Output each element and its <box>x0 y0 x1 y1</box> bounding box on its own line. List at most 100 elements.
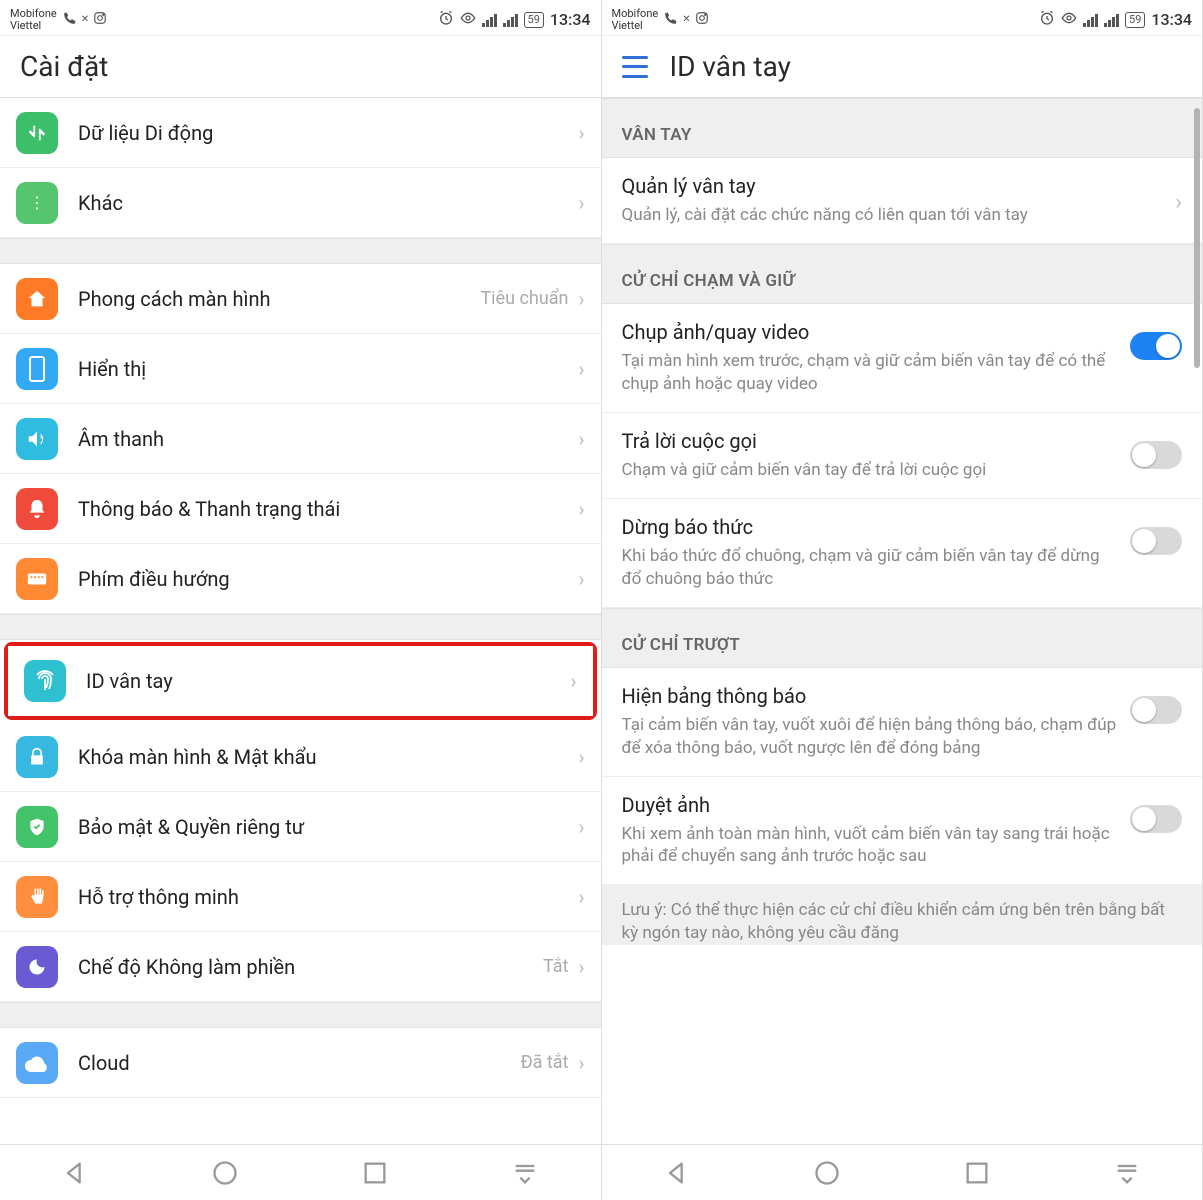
chevron-right-icon: › <box>1175 190 1182 215</box>
item-title: Hiện bảng thông báo <box>622 684 1119 708</box>
alarm-icon <box>438 10 454 30</box>
row-label: Dữ liệu Di động <box>78 121 578 145</box>
row-sound[interactable]: Âm thanh › <box>0 404 601 474</box>
page-title: ID vân tay <box>670 50 791 83</box>
carrier-info: Mobifone Viettel <box>612 8 659 32</box>
toggle-answer[interactable] <box>1130 441 1182 469</box>
fingerprint-settings[interactable]: VÂN TAY Quản lý vân tay Quản lý, cài đặt… <box>602 98 1203 1144</box>
item-desc: Quản lý, cài đặt các chức năng có liên q… <box>622 204 1164 227</box>
row-screen-style[interactable]: Phong cách màn hình Tiêu chuẩn › <box>0 264 601 334</box>
highlight-fingerprint: ID vân tay › <box>4 642 597 720</box>
close-icon: ✕ <box>81 14 89 25</box>
footer-note: Lưu ý: Có thể thực hiện các cử chỉ điều … <box>602 885 1203 945</box>
status-bar: Mobifone Viettel ✕ 59 13:34 <box>602 0 1203 36</box>
nav-dropdown-button[interactable] <box>511 1159 539 1187</box>
row-label: Cloud <box>78 1051 521 1075</box>
toggle-notifpanel[interactable] <box>1130 696 1182 724</box>
display-icon <box>16 348 58 390</box>
bell-icon <box>16 488 58 530</box>
toggle-browse[interactable] <box>1130 805 1182 833</box>
eye-icon <box>460 10 476 30</box>
phone-icon <box>63 11 77 29</box>
item-title: Dừng báo thức <box>622 515 1119 539</box>
row-fingerprint[interactable]: ID vân tay › <box>8 646 593 716</box>
row-notifications[interactable]: Thông báo & Thanh trạng thái › <box>0 474 601 544</box>
chevron-right-icon: › <box>578 955 584 979</box>
status-bar: Mobifone Viettel ✕ 59 13:34 <box>0 0 601 36</box>
row-browse-photos[interactable]: Duyệt ảnh Khi xem ảnh toàn màn hình, vuố… <box>602 777 1203 886</box>
settings-list[interactable]: Dữ liệu Di động › ⋮ Khác › Phong cách mà… <box>0 98 601 1144</box>
row-other[interactable]: ⋮ Khác › <box>0 168 601 238</box>
row-value: Tiêu chuẩn <box>480 288 568 309</box>
row-label: Khóa màn hình & Mật khẩu <box>78 745 578 769</box>
row-navkeys[interactable]: Phím điều hướng › <box>0 544 601 614</box>
dots-icon: ⋮ <box>16 182 58 224</box>
toggle-alarm[interactable] <box>1130 527 1182 555</box>
row-value: Tắt <box>543 956 568 977</box>
item-title: Quản lý vân tay <box>622 174 1164 198</box>
nav-home-button[interactable] <box>813 1159 841 1187</box>
section-header-touchhold: CỬ CHỈ CHẠM VÀ GIỮ <box>602 244 1203 304</box>
keyboard-icon <box>16 558 58 600</box>
fingerprint-icon <box>24 660 66 702</box>
chevron-right-icon: › <box>578 885 584 909</box>
section-gap <box>0 1002 601 1028</box>
row-cloud[interactable]: Cloud Đã tắt › <box>0 1028 601 1098</box>
eye-icon <box>1061 10 1077 30</box>
battery-icon: 59 <box>1125 12 1145 28</box>
clock-text: 13:34 <box>550 10 591 29</box>
row-security[interactable]: Bảo mật & Quyền riêng tư › <box>0 792 601 862</box>
item-desc: Khi xem ảnh toàn màn hình, vuốt cảm biến… <box>622 823 1119 869</box>
item-title: Chụp ảnh/quay video <box>622 320 1119 344</box>
chevron-right-icon: › <box>578 745 584 769</box>
row-dnd[interactable]: Chế độ Không làm phiền Tắt › <box>0 932 601 1002</box>
row-display[interactable]: Hiển thị › <box>0 334 601 404</box>
scrollbar[interactable] <box>1194 108 1200 368</box>
page-title: Cài đặt <box>0 36 601 98</box>
clock-text: 13:34 <box>1151 10 1192 29</box>
row-smart[interactable]: Hỗ trợ thông minh › <box>0 862 601 932</box>
carrier-info: Mobifone Viettel <box>10 8 57 32</box>
chevron-right-icon: › <box>578 191 584 215</box>
alarm-icon <box>1039 10 1055 30</box>
row-stop-alarm[interactable]: Dừng báo thức Khi báo thức đổ chuông, ch… <box>602 499 1203 608</box>
row-notif-panel[interactable]: Hiện bảng thông báo Tại cảm biến vân tay… <box>602 668 1203 777</box>
hand-icon <box>16 876 58 918</box>
row-answer-call[interactable]: Trả lời cuộc gọi Chạm và giữ cảm biến vâ… <box>602 413 1203 499</box>
chevron-right-icon: › <box>570 669 576 693</box>
chevron-right-icon: › <box>578 1051 584 1075</box>
item-title: Duyệt ảnh <box>622 793 1119 817</box>
chevron-right-icon: › <box>578 815 584 839</box>
chevron-right-icon: › <box>578 427 584 451</box>
row-label: ID vân tay <box>86 669 570 693</box>
row-label: Phong cách màn hình <box>78 287 480 311</box>
chevron-right-icon: › <box>578 287 584 311</box>
cloud-icon <box>16 1042 58 1084</box>
row-label: Khác <box>78 191 578 215</box>
phone-icon <box>664 11 678 29</box>
section-header-swipe: CỬ CHỈ TRƯỢT <box>602 608 1203 668</box>
moon-icon <box>16 946 58 988</box>
row-mobile-data[interactable]: Dữ liệu Di động › <box>0 98 601 168</box>
chevron-right-icon: › <box>578 357 584 381</box>
nav-bar <box>0 1144 601 1200</box>
nav-dropdown-button[interactable] <box>1113 1159 1141 1187</box>
row-camera-gesture[interactable]: Chụp ảnh/quay video Tại màn hình xem trư… <box>602 304 1203 413</box>
nav-back-button[interactable] <box>61 1159 89 1187</box>
nav-recent-button[interactable] <box>963 1159 991 1187</box>
nav-home-button[interactable] <box>211 1159 239 1187</box>
item-desc: Tại màn hình xem trước, chạm và giữ cảm … <box>622 350 1119 396</box>
row-value: Đã tắt <box>521 1052 569 1073</box>
row-manage-fingerprint[interactable]: Quản lý vân tay Quản lý, cài đặt các chứ… <box>602 158 1203 244</box>
signal-2-icon <box>503 13 518 27</box>
row-lock[interactable]: Khóa màn hình & Mật khẩu › <box>0 722 601 792</box>
nav-recent-button[interactable] <box>361 1159 389 1187</box>
nav-back-button[interactable] <box>663 1159 691 1187</box>
fingerprint-screen: Mobifone Viettel ✕ 59 13:34 ID vân tay V… <box>602 0 1203 1200</box>
battery-icon: 59 <box>524 12 544 28</box>
item-desc: Khi báo thức đổ chuông, chạm và giữ cảm … <box>622 545 1119 591</box>
menu-icon[interactable] <box>622 56 648 78</box>
row-label: Chế độ Không làm phiền <box>78 955 543 979</box>
section-gap <box>0 238 601 264</box>
toggle-camera[interactable] <box>1130 332 1182 360</box>
